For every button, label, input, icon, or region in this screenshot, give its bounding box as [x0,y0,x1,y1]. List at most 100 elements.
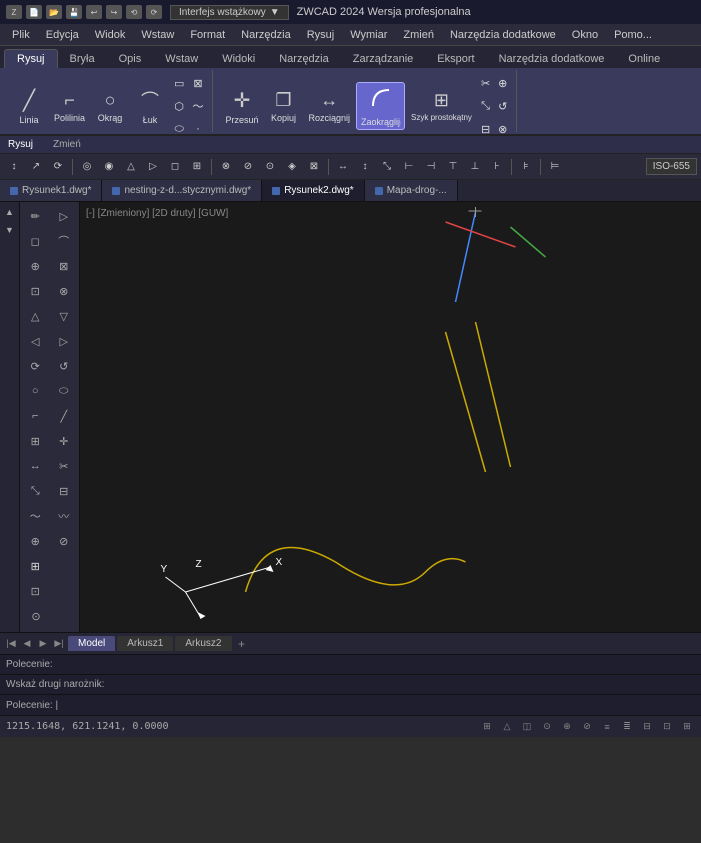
sidebar-icon-16[interactable]: ⬭ [51,379,78,403]
btn-scale[interactable]: ⤡ [478,95,493,117]
tool-btn-20[interactable]: ⊤ [443,157,463,177]
sheet-nav-prev[interactable]: ◀ [20,637,34,651]
sidebar-icon-28[interactable]: ⊘ [51,529,78,553]
sheet-nav-first[interactable]: |◀ [4,637,18,651]
collapse-btn-1[interactable]: ▲ [2,204,18,220]
tool-btn-16[interactable]: ↕ [355,157,375,177]
sheet-tab-arkusz1[interactable]: Arkusz1 [117,636,173,651]
menu-rysuj[interactable]: Rysuj [299,27,343,43]
menu-narzedzia[interactable]: Narzędzia [233,27,299,43]
btn-szyk[interactable]: ⊞ Szyk prostokątny [407,82,476,130]
sidebar-icon-7[interactable]: ⊡ [22,279,49,303]
tool-btn-3[interactable]: ⟳ [48,157,68,177]
canvas-area[interactable]: [-] [Zmieniony] [2D druty] [GUW] [80,202,701,632]
nav-icon[interactable]: ⟲ [126,5,142,19]
tool-btn-10[interactable]: ⊗ [216,157,236,177]
sidebar-icon-4[interactable]: ⌒ [51,229,78,253]
menu-wstaw[interactable]: Wstaw [133,27,182,43]
tab-wstaw[interactable]: Wstaw [153,50,210,68]
status-icon-osnap[interactable]: ⊕ [559,719,575,735]
tab-online[interactable]: Online [616,50,672,68]
tab-rysuj[interactable]: Rysuj [4,49,58,68]
undo-icon[interactable]: ↩ [86,5,102,19]
menu-okno[interactable]: Okno [564,27,606,43]
status-icon-qp[interactable]: ⊞ [679,719,695,735]
tab-widoki[interactable]: Widoki [210,50,267,68]
sidebar-icon-20[interactable]: ✛ [51,429,78,453]
sidebar-icon-12[interactable]: ▷ [51,329,78,353]
tool-btn-8[interactable]: ◻ [165,157,185,177]
tool-btn-15[interactable]: ↔ [333,157,353,177]
sidebar-icon-31[interactable]: ⊡ [22,579,49,603]
btn-rozciagnij[interactable]: ↔ Rozciągnij [304,82,354,130]
tool-btn-13[interactable]: ◈ [282,157,302,177]
tool-btn-12[interactable]: ⊙ [260,157,280,177]
btn-spline[interactable]: 〜 [189,95,206,117]
doc-tab-2[interactable]: nesting-z-d...stycznymi.dwg* [102,180,262,201]
btn-extend[interactable]: ⊕ [495,72,510,94]
btn-okrag[interactable]: ○ Okrąg [91,82,129,130]
sidebar-icon-27[interactable]: ⊕ [22,529,49,553]
btn-ellipse[interactable]: ⬭ [171,118,187,136]
doc-tab-1[interactable]: Rysunek1.dwg* [0,180,102,201]
tool-btn-17[interactable]: ⤡ [377,157,397,177]
tool-btn-2[interactable]: ↗ [26,157,46,177]
tool-btn-24[interactable]: ⊨ [545,157,565,177]
btn-poly[interactable]: ⬡ [171,95,187,117]
sidebar-icon-25[interactable]: 〜 [22,504,49,528]
status-icon-polar[interactable]: ⊙ [539,719,555,735]
tool-btn-6[interactable]: △ [121,157,141,177]
iso-label[interactable]: ISO-655 [646,158,697,175]
tab-narz-dod[interactable]: Narzędzia dodatkowe [487,50,617,68]
tool-btn-7[interactable]: ▷ [143,157,163,177]
tool-btn-14[interactable]: ⊠ [304,157,324,177]
tool-btn-18[interactable]: ⊢ [399,157,419,177]
btn-hatch[interactable]: ⊠ [189,72,206,94]
btn-kopiuj[interactable]: ❐ Kopiuj [264,82,302,130]
tool-btn-23[interactable]: ⊧ [516,157,536,177]
sidebar-icon-21[interactable]: ↔ [22,454,49,478]
command-input-line[interactable]: Polecenie: | [0,695,701,715]
sheet-nav-next[interactable]: ▶ [36,637,50,651]
btn-offset[interactable]: ⊗ [495,118,510,136]
sheet-tab-model[interactable]: Model [68,636,115,651]
redo-icon[interactable]: ↪ [106,5,122,19]
tab-opis[interactable]: Opis [107,50,154,68]
doc-tab-4[interactable]: Mapa-drog-... [365,180,458,201]
tool-btn-5[interactable]: ◉ [99,157,119,177]
open-icon[interactable]: 📂 [46,5,62,19]
sidebar-icon-1[interactable]: ✏ [22,204,49,228]
status-icon-transparency[interactable]: ≣ [619,719,635,735]
btn-mirror[interactable]: ⊟ [478,118,493,136]
tool-btn-1[interactable]: ↕ [4,157,24,177]
menu-zmien[interactable]: Zmień [395,27,442,43]
sidebar-icon-18[interactable]: ╱ [51,404,78,428]
sidebar-icon-19[interactable]: ⊞ [22,429,49,453]
btn-rect[interactable]: ▭ [171,72,187,94]
collapse-btn-2[interactable]: ▼ [2,222,18,238]
tool-btn-11[interactable]: ⊘ [238,157,258,177]
sidebar-icon-8[interactable]: ⊗ [51,279,78,303]
sidebar-icon-29[interactable]: ⊞ [22,554,49,578]
btn-trim[interactable]: ✂ [478,72,493,94]
tool-btn-22[interactable]: ⊦ [487,157,507,177]
sidebar-icon-10[interactable]: ▽ [51,304,78,328]
status-icon-ortho[interactable]: ◫ [519,719,535,735]
status-icon-snap[interactable]: △ [499,719,515,735]
tab-zarzadzanie[interactable]: Zarządzanie [341,50,426,68]
btn-polilinia[interactable]: ⌐ Polilinia [50,82,89,130]
sidebar-icon-22[interactable]: ✂ [51,454,78,478]
tool-btn-4[interactable]: ◎ [77,157,97,177]
menu-edycja[interactable]: Edycja [38,27,87,43]
sidebar-icon-32[interactable] [51,579,78,603]
file-icon[interactable]: 📄 [26,5,42,19]
tab-bryla[interactable]: Bryła [58,50,107,68]
sidebar-icon-15[interactable]: ○ [22,379,49,403]
sidebar-icon-33[interactable]: ⊙ [22,604,50,628]
tab-eksport[interactable]: Eksport [425,50,486,68]
interface-dropdown[interactable]: Interfejs wstążkowy ▼ [170,5,289,20]
sidebar-icon-17[interactable]: ⌐ [22,404,49,428]
sidebar-icon-5[interactable]: ⊕ [22,254,49,278]
status-icon-sc[interactable]: ⊡ [659,719,675,735]
sidebar-icon-14[interactable]: ↺ [51,354,78,378]
